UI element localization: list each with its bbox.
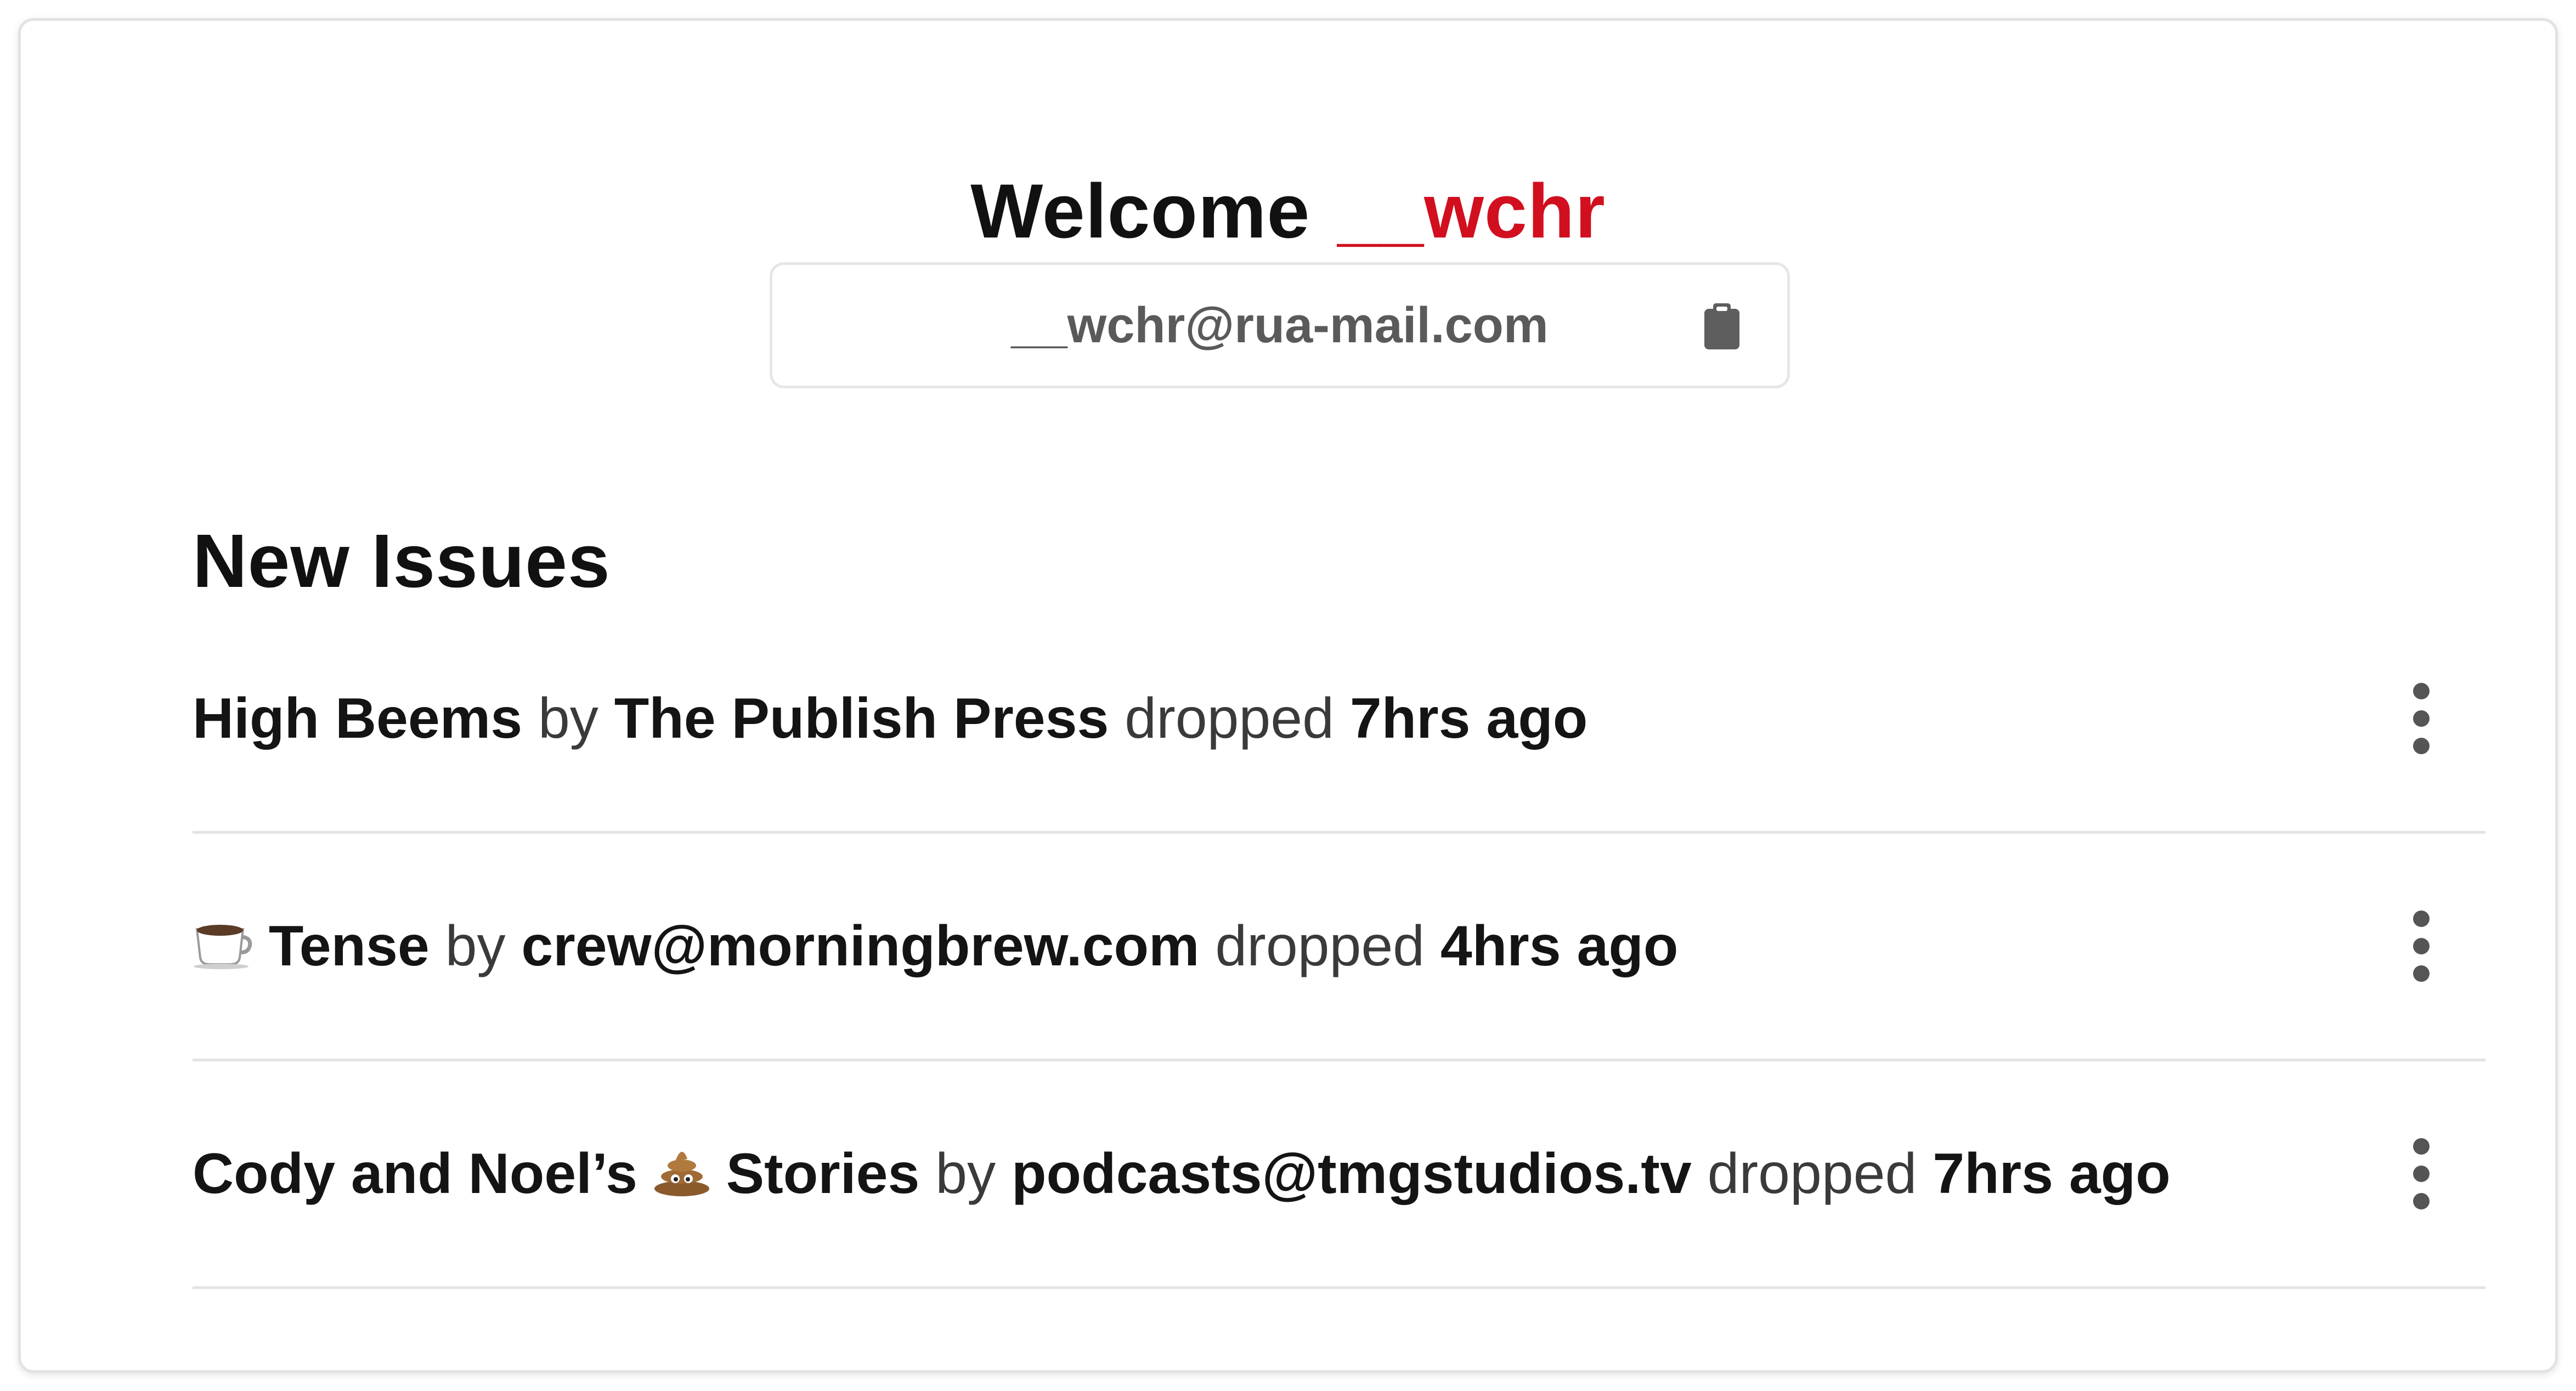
issue-dropped-label: dropped [1215,914,1425,978]
issue-title[interactable]: High Beems [193,687,522,750]
issue-author[interactable]: podcasts@tmgstudios.tv [1012,1142,1692,1206]
issue-title-end[interactable]: Stories [726,1142,920,1206]
issue-dropped-label: dropped [1707,1142,1917,1206]
email-field[interactable]: __wchr@rua-mail.com [770,262,1790,388]
issue-time: 7hrs ago [1933,1142,2171,1206]
more-vertical-icon[interactable] [2405,683,2438,754]
clipboard-icon[interactable] [1702,302,1742,350]
issue-row[interactable]: Tense by crew@morningbrew.com dropped 4h… [193,834,2485,1061]
email-address: __wchr@rua-mail.com [1011,297,1549,353]
issue-text: Tense by crew@morningbrew.com dropped 4h… [193,905,1678,987]
issue-row[interactable]: High Beems by The Publish Press dropped … [193,606,2485,834]
issue-time: 4hrs ago [1440,914,1679,978]
issue-by-label: by [935,1142,996,1206]
dashboard-card: Welcome __wchr __wchr@rua-mail.com New Is… [18,18,2558,1373]
issue-text: High Beems by The Publish Press dropped … [193,677,1588,760]
new-issues-title: New Issues [193,519,611,603]
issue-title-start[interactable]: Cody and Noel’s [193,1142,637,1206]
issue-author[interactable]: crew@morningbrew.com [521,914,1199,978]
poop-icon [653,1137,710,1219]
coffee-icon [193,909,253,992]
issue-text: Cody and Noel’s Stories by podcasts@tmgs… [193,1133,2171,1215]
issue-dropped-label: dropped [1125,687,1334,750]
welcome-greeting: Welcome [970,168,1310,254]
issue-row[interactable]: Cody and Noel’s Stories by podcasts@tmgs… [193,1061,2485,1289]
issue-time: 7hrs ago [1349,687,1588,750]
issue-by-label: by [538,687,598,750]
welcome-username: __wchr [1337,168,1606,254]
issue-by-label: by [445,914,506,978]
more-vertical-icon[interactable] [2405,911,2438,982]
issue-author[interactable]: The Publish Press [614,687,1109,750]
issue-title[interactable]: Tense [269,914,430,978]
more-vertical-icon[interactable] [2405,1138,2438,1209]
welcome-heading: Welcome __wchr [21,165,2555,258]
